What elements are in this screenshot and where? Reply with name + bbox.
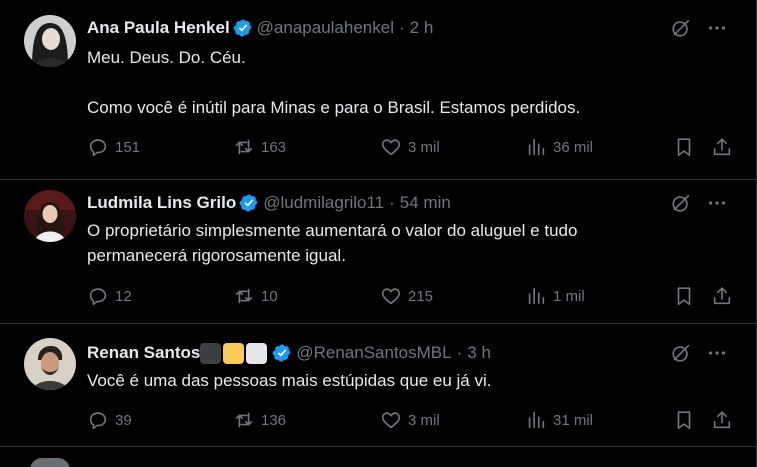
avatar[interactable] (24, 190, 76, 242)
reply-icon (89, 139, 107, 157)
more-icon[interactable] (706, 342, 728, 364)
like-count: 3 mil (408, 411, 440, 429)
share-button[interactable] (711, 135, 739, 159)
share-icon (713, 287, 731, 305)
separator-dot: · (456, 343, 463, 362)
bookmark-button[interactable] (673, 408, 701, 432)
reply-button[interactable]: 12 (87, 284, 132, 308)
next-tweet-avatar-partial[interactable] (30, 458, 70, 467)
like-button[interactable]: 215 (380, 284, 433, 308)
verified-badge-icon (239, 193, 259, 213)
tweet-top-icons (670, 192, 728, 214)
avatar[interactable] (24, 338, 76, 390)
views-button[interactable]: 36 mil (525, 135, 593, 159)
views-count: 1 mil (553, 287, 585, 305)
like-count: 215 (408, 287, 434, 305)
like-count: 3 mil (408, 138, 440, 156)
views-button[interactable]: 1 mil (525, 284, 585, 308)
tweet-top-icons (670, 342, 728, 364)
reply-count: 39 (115, 411, 132, 429)
bookmark-button[interactable] (673, 284, 701, 308)
bookmark-icon (677, 411, 691, 430)
tweet-header: Renan Santos @RenanSantosMBL · 3 h (87, 342, 491, 364)
reply-count: 12 (115, 287, 132, 305)
bookmark-icon (677, 138, 691, 157)
reply-icon (89, 412, 107, 430)
separator-dot: · (389, 193, 395, 212)
emoji-black-square-icon (200, 342, 222, 364)
user-handle[interactable]: @anapaulahenkel (257, 18, 394, 38)
tweet-ludmila[interactable]: Ludmila Lins Grilo @ludmilagrilo11 · 54 … (0, 180, 756, 324)
like-button[interactable]: 3 mil (380, 408, 440, 432)
tweet-text: Meu. Deus. Do. Céu. Como você é inútil p… (87, 48, 581, 117)
user-handle[interactable]: @ludmilagrilo11 (263, 193, 384, 213)
share-button[interactable] (711, 284, 739, 308)
timestamp[interactable]: 54 min (400, 193, 451, 213)
repost-count: 10 (261, 287, 278, 305)
user-handle[interactable]: @RenanSantosMBL (296, 343, 451, 363)
views-count: 31 mil (553, 411, 594, 429)
views-button[interactable]: 31 mil (525, 408, 593, 432)
repost-icon (235, 412, 253, 428)
like-button[interactable]: 3 mil (380, 135, 440, 159)
repost-icon (235, 288, 253, 304)
repost-button[interactable]: 163 (233, 135, 286, 159)
tweet-text: Você é uma das pessoas mais estúpidas qu… (87, 371, 492, 390)
grok-icon[interactable] (670, 342, 692, 364)
reply-button[interactable]: 39 (87, 408, 132, 432)
verified-badge-icon (272, 343, 292, 363)
timestamp[interactable]: 3 h (467, 343, 491, 363)
tweet-header: Ludmila Lins Grilo @ludmilagrilo11 · 54 … (87, 192, 451, 214)
tweet-text: O proprietário simplesmente aumentará o … (87, 221, 578, 265)
heart-icon (381, 288, 401, 305)
views-count: 36 mil (553, 138, 594, 156)
heart-icon (381, 139, 401, 156)
share-button[interactable] (711, 408, 739, 432)
more-icon[interactable] (706, 17, 728, 39)
bookmark-icon (677, 287, 691, 306)
repost-count: 163 (261, 138, 287, 156)
action-bar: 39 136 3 mil 31 mil (87, 408, 743, 432)
emoji-white-square-icon (246, 342, 268, 364)
repost-count: 136 (261, 411, 287, 429)
repost-button[interactable]: 10 (233, 284, 278, 308)
repost-icon (235, 139, 253, 155)
action-bar: 151 163 3 mil 36 mil (87, 135, 743, 159)
more-icon[interactable] (706, 192, 728, 214)
display-name[interactable]: Ludmila Lins Grilo (87, 193, 236, 213)
tweet-renan[interactable]: Renan Santos @RenanSantosMBL · 3 h Você … (0, 324, 756, 447)
action-bar: 12 10 215 1 mil (87, 284, 743, 308)
display-name[interactable]: Renan Santos (87, 343, 200, 363)
repost-button[interactable]: 136 (233, 408, 286, 432)
views-icon (528, 411, 545, 429)
timestamp[interactable]: 2 h (410, 18, 434, 38)
reply-icon (89, 288, 107, 306)
grok-icon[interactable] (670, 17, 692, 39)
reply-button[interactable]: 151 (87, 135, 140, 159)
display-name[interactable]: Ana Paula Henkel (87, 18, 230, 38)
heart-icon (381, 412, 401, 429)
tweet-header: Ana Paula Henkel @anapaulahenkel · 2 h (87, 17, 433, 39)
reply-count: 151 (115, 138, 141, 156)
avatar[interactable] (24, 15, 76, 67)
grok-icon[interactable] (670, 192, 692, 214)
share-icon (713, 411, 731, 429)
bookmark-button[interactable] (673, 135, 701, 159)
tweet-top-icons (670, 17, 728, 39)
share-icon (713, 138, 731, 156)
emoji-yellow-square-icon (223, 342, 245, 364)
separator-dot: · (398, 18, 405, 37)
views-icon (528, 138, 545, 156)
views-icon (528, 287, 545, 305)
verified-badge-icon (233, 18, 253, 38)
tweet-ana-paula[interactable]: Ana Paula Henkel @anapaulahenkel · 2 h M… (0, 0, 756, 180)
